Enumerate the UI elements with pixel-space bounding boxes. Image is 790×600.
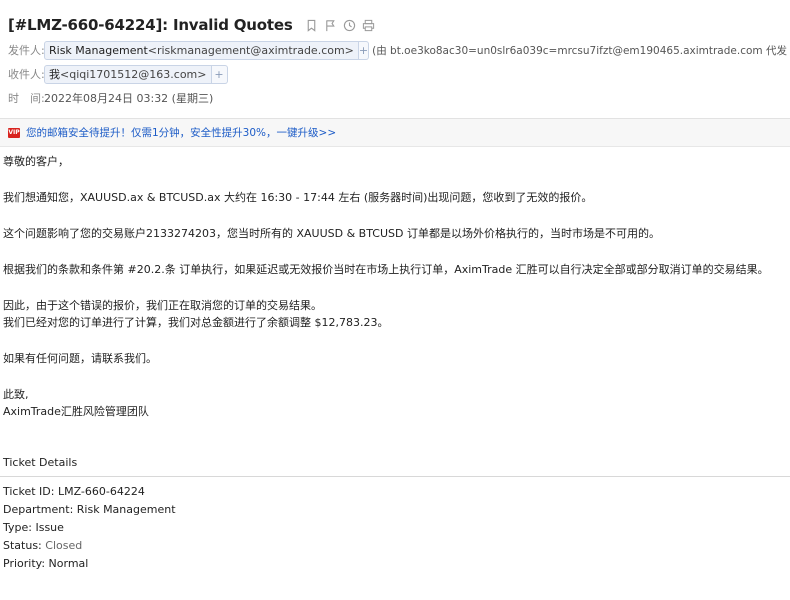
ticket-status-value: Closed <box>45 539 83 552</box>
signoff: 此致, <box>3 388 29 401</box>
email-body: 尊敬的客户， 我们想通知您，XAUUSD.ax & BTCUSD.ax 大约在 … <box>0 147 790 420</box>
ticket-type: Type: Issue <box>3 521 64 534</box>
sent-via-prefix: (由 bt.oe3ko8ac30=un0slr6a039c=mrcsu7ifzt… <box>372 44 790 57</box>
email-subject: [#LMZ-660-64224]: Invalid Quotes <box>8 16 293 34</box>
greeting: 尊敬的客户， <box>3 155 69 168</box>
paragraph-2: 这个问题影响了您的交易账户2133274203，您当时所有的 XAUUSD & … <box>3 227 660 240</box>
ticket-department: Department: Risk Management <box>3 503 176 516</box>
paragraph-4a: 因此，由于这个错误的报价，我们正在取消您的订单的交易结果。 <box>3 299 322 312</box>
sender-address: <riskmanagement@aximtrade.com> <box>147 43 354 57</box>
clock-icon[interactable] <box>343 18 357 32</box>
email-header: [#LMZ-660-64224]: Invalid Quotes 发件人: Ri… <box>0 0 790 110</box>
print-icon[interactable] <box>362 18 376 32</box>
paragraph-4b: 我们已经对您的订单进行了计算，我们对总金额进行了余额调整 $12,783.23。 <box>3 316 389 329</box>
security-banner: VIP 您的邮箱安全待提升！仅需1分钟，安全性提升30%，一键升级>> <box>0 119 790 147</box>
ticket-id: Ticket ID: LMZ-660-64224 <box>3 485 145 498</box>
sent-time: 2022年08月24日 03:32 (星期三) <box>44 92 214 105</box>
vip-badge-icon: VIP <box>8 127 20 138</box>
sender-chip[interactable]: Risk Management <riskmanagement@aximtrade… <box>44 40 359 60</box>
signature-team: AximTrade汇胜风险管理团队 <box>3 405 149 418</box>
ticket-details-heading: Ticket Details <box>3 456 78 469</box>
paragraph-3: 根据我们的条款和条件第 #20.2.条 订单执行，如果延迟或无效报价当时在市场上… <box>3 263 769 276</box>
to-label: 收件人: <box>8 68 45 81</box>
recipient-chip[interactable]: 我 <qiqi1701512@163.com> <box>44 64 212 84</box>
flag-icon[interactable] <box>324 18 338 32</box>
to-row: 收件人: 我 <qiqi1701512@163.com> + <box>8 62 782 86</box>
add-sender-contact-button[interactable]: + <box>358 40 370 60</box>
add-recipient-contact-button[interactable]: + <box>211 64 228 84</box>
sent-via: (由 bt.oe3ko8ac30=un0slr6a039c=mrcsu7ifzt… <box>372 43 790 58</box>
subject-row: [#LMZ-660-64224]: Invalid Quotes <box>8 12 782 38</box>
recipient-name: 我 <box>49 68 60 81</box>
time-row: 时 间: 2022年08月24日 03:32 (星期三) <box>8 86 782 110</box>
ticket-status-label: Status: <box>3 539 46 552</box>
from-label: 发件人: <box>8 44 45 57</box>
security-upgrade-link[interactable]: 您的邮箱安全待提升！仅需1分钟，安全性提升30%，一键升级>> <box>26 125 336 140</box>
subject-actions <box>305 18 376 32</box>
ticket-priority: Priority: Normal <box>3 557 89 570</box>
ticket-details: Ticket ID: LMZ-660-64224 Department: Ris… <box>0 483 790 573</box>
from-row: 发件人: Risk Management <riskmanagement@axim… <box>8 38 790 62</box>
paragraph-5: 如果有任何问题，请联系我们。 <box>3 352 157 365</box>
paragraph-1: 我们想通知您，XAUUSD.ax & BTCUSD.ax 大约在 16:30 -… <box>3 191 593 204</box>
ticket-divider <box>0 476 790 477</box>
bookmark-icon[interactable] <box>305 18 319 32</box>
ticket-status: Status: Closed <box>3 537 790 555</box>
time-label: 时 间: <box>8 92 45 105</box>
recipient-address: <qiqi1701512@163.com> <box>60 67 207 81</box>
sender-name: Risk Management <box>49 43 148 57</box>
